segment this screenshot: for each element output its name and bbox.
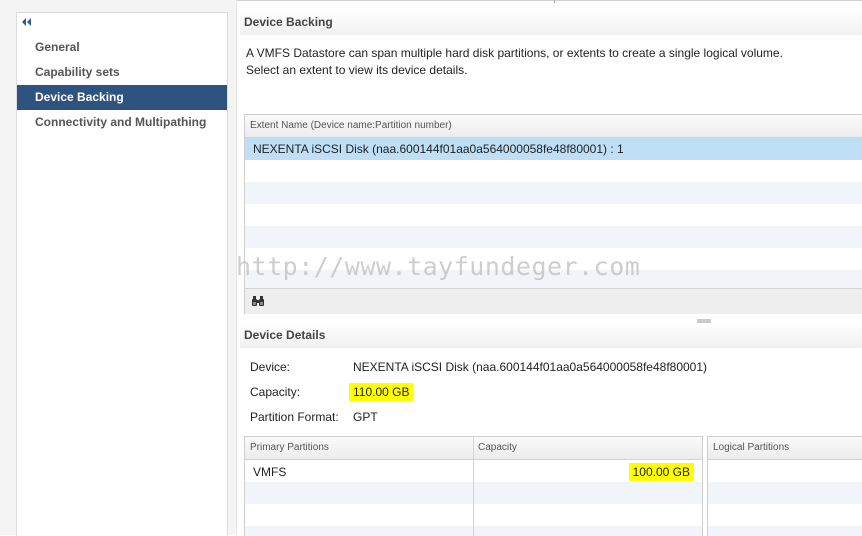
logical-partitions-header-label: Logical Partitions bbox=[713, 442, 790, 453]
extent-grid-footer bbox=[245, 288, 862, 314]
capacity-label: Capacity: bbox=[250, 385, 301, 399]
nav-item-device-backing[interactable]: Device Backing bbox=[17, 85, 227, 110]
device-label: Device: bbox=[250, 360, 291, 374]
double-chevron-left-icon[interactable] bbox=[20, 16, 32, 28]
device-details-header: Device Details bbox=[240, 324, 862, 348]
device-value: NEXENTA iSCSI Disk (naa.600144f01aa0a564… bbox=[353, 360, 708, 374]
nav-item-capability-sets[interactable]: Capability sets bbox=[17, 60, 227, 85]
empty-row bbox=[708, 482, 862, 504]
empty-row bbox=[245, 160, 862, 182]
capacity-header-label: Capacity bbox=[478, 442, 517, 453]
extent-row-label: NEXENTA iSCSI Disk (naa.600144f01aa0a564… bbox=[253, 142, 624, 156]
empty-row bbox=[245, 204, 862, 226]
extent-grid: Extent Name (Device name:Partition numbe… bbox=[244, 114, 862, 314]
logical-partitions-grid: Logical Partitions bbox=[707, 436, 862, 536]
binoculars-icon[interactable] bbox=[251, 295, 265, 307]
partition-name: VMFS bbox=[253, 465, 287, 479]
nav-item-general[interactable]: General bbox=[17, 35, 227, 60]
extent-column-header[interactable]: Extent Name (Device name:Partition numbe… bbox=[245, 115, 862, 138]
empty-row bbox=[245, 182, 862, 204]
column-separator[interactable] bbox=[473, 437, 474, 536]
partition-format-label: Partition Format: bbox=[250, 410, 339, 424]
device-backing-title: Device Backing bbox=[244, 15, 333, 29]
description-line-1: A VMFS Datastore can span multiple hard … bbox=[246, 46, 783, 60]
capacity-header[interactable]: Capacity bbox=[473, 437, 702, 460]
empty-row bbox=[245, 270, 862, 288]
settings-nav: General Capability sets Device Backing C… bbox=[16, 12, 228, 536]
device-backing-header: Device Backing bbox=[240, 11, 862, 35]
top-tab-separator bbox=[554, 0, 555, 3]
primary-partitions-grid: Primary Partitions Capacity VMFS 100.00 … bbox=[244, 436, 703, 536]
extent-column-header-label: Extent Name (Device name:Partition numbe… bbox=[250, 120, 452, 131]
primary-partitions-header[interactable]: Primary Partitions bbox=[245, 437, 473, 460]
description-line-2: Select an extent to view its device deta… bbox=[246, 63, 468, 77]
device-backing-description: A VMFS Datastore can span multiple hard … bbox=[246, 45, 846, 79]
partition-capacity: 100.00 GB bbox=[628, 463, 694, 481]
empty-row bbox=[245, 226, 862, 248]
extent-row[interactable]: NEXENTA iSCSI Disk (naa.600144f01aa0a564… bbox=[245, 138, 862, 160]
nav-item-connectivity-multipathing[interactable]: Connectivity and Multipathing bbox=[17, 110, 227, 135]
primary-partitions-header-label: Primary Partitions bbox=[250, 442, 329, 453]
empty-row bbox=[245, 248, 862, 270]
logical-partitions-header[interactable]: Logical Partitions bbox=[708, 437, 862, 460]
pane-divider[interactable] bbox=[236, 0, 237, 535]
left-pane: General Capability sets Device Backing C… bbox=[0, 0, 236, 536]
device-details-title: Device Details bbox=[244, 328, 326, 342]
capacity-value-text: 110.00 GB bbox=[349, 383, 414, 401]
capacity-value: 110.00 GB bbox=[349, 383, 414, 401]
partition-format-value: GPT bbox=[353, 410, 378, 424]
